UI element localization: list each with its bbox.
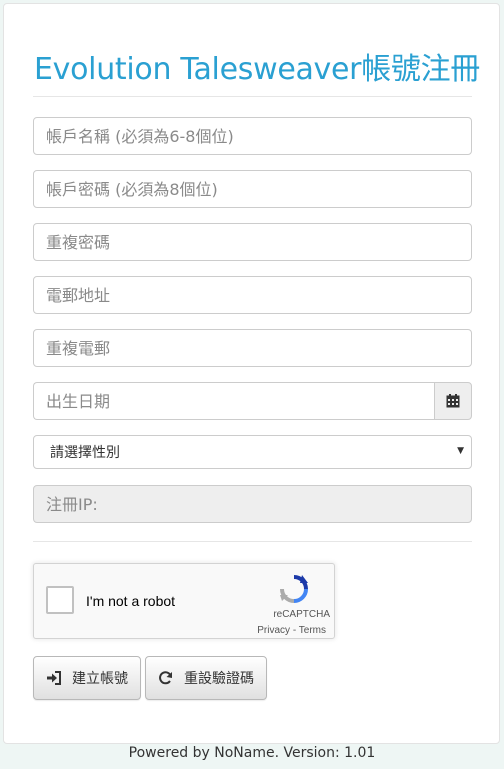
recaptcha-logo-icon — [280, 575, 308, 603]
footer-text: Powered by NoName. Version: 1.01 — [128, 745, 376, 761]
privacy-link[interactable]: Privacy — [257, 625, 290, 636]
repeat-email-input[interactable] — [33, 329, 472, 367]
email-input[interactable] — [33, 276, 472, 314]
recaptcha-widget: I'm not a robot reCAPTCHA Privacy - Term… — [33, 563, 335, 639]
sign-in-icon — [47, 671, 61, 685]
gender-select-value: 請選擇性別 — [50, 445, 120, 461]
terms-link[interactable]: Terms — [299, 625, 326, 636]
form-divider — [33, 541, 472, 542]
recaptcha-checkbox[interactable] — [46, 586, 74, 614]
birthdate-input[interactable] — [33, 382, 434, 420]
page-title: Evolution Talesweaver帳號注冊 — [34, 52, 481, 87]
recaptcha-label: I'm not a robot — [86, 593, 176, 609]
reset-captcha-button[interactable]: 重設驗證碼 — [145, 656, 267, 700]
calendar-icon — [446, 394, 460, 408]
password-input[interactable] — [33, 170, 472, 208]
account-name-input[interactable] — [33, 117, 472, 155]
repeat-password-input[interactable] — [33, 223, 472, 261]
recaptcha-brand: reCAPTCHA — [273, 609, 330, 620]
reset-captcha-label: 重設驗證碼 — [184, 671, 254, 687]
recaptcha-links: Privacy - Terms — [257, 625, 326, 636]
dropdown-arrow-icon: ▼ — [457, 446, 464, 456]
refresh-icon — [159, 671, 172, 685]
link-separator: - — [290, 625, 299, 636]
title-divider — [33, 96, 472, 97]
create-account-label: 建立帳號 — [72, 671, 128, 687]
calendar-button[interactable] — [434, 382, 472, 420]
registration-ip-field — [33, 485, 472, 523]
gender-select[interactable]: 請選擇性別 ▼ — [33, 435, 472, 469]
registration-card: Evolution Talesweaver帳號注冊 請選擇性別 ▼ I'm no… — [3, 3, 500, 744]
create-account-button[interactable]: 建立帳號 — [33, 656, 141, 700]
